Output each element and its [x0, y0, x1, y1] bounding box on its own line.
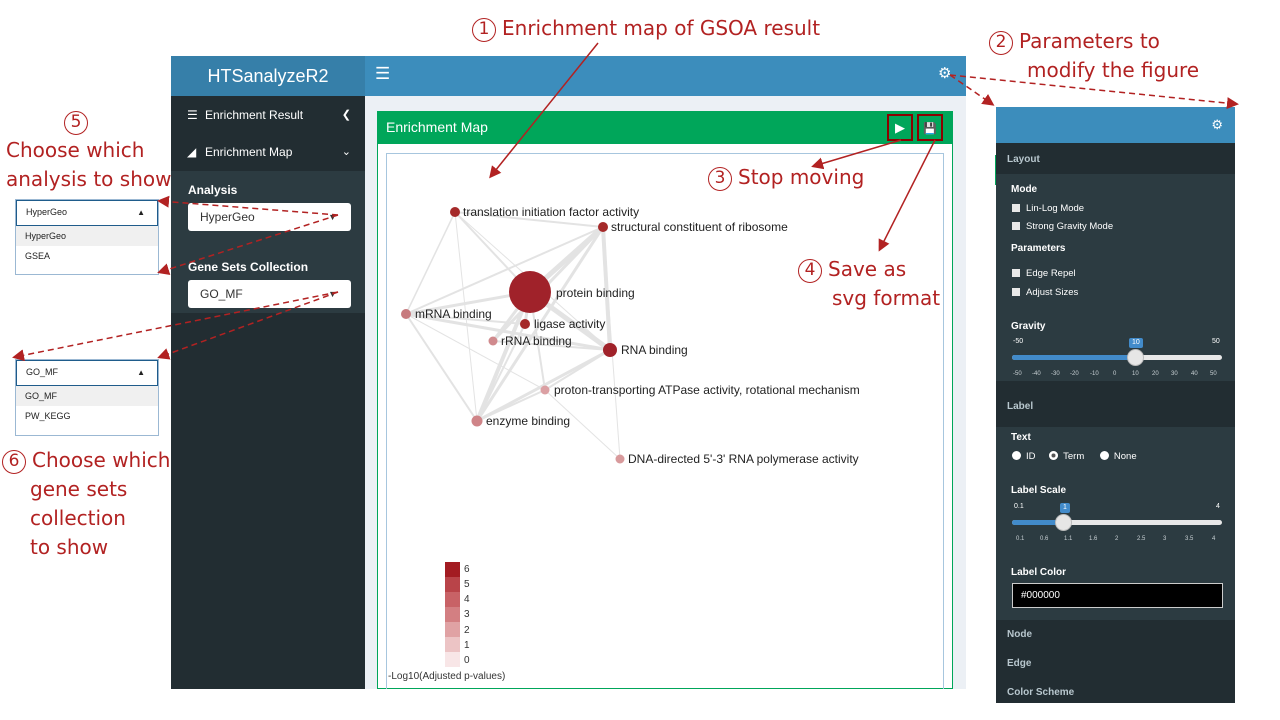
annotation-text: Enrichment map of GSOA result [502, 16, 821, 40]
annotation-number: 3 [708, 167, 732, 191]
annotation-text: Save as [828, 257, 907, 281]
annotation-text: analysis to show [6, 167, 172, 191]
annotation-5: 5 Choose which analysis to show [6, 107, 171, 194]
annotation-number: 2 [989, 31, 1013, 55]
arrow-5a [157, 195, 339, 216]
annotation-arrows [12, 42, 1239, 362]
annotation-text: gene sets [30, 477, 128, 501]
annotation-text: collection [30, 506, 126, 530]
annotation-6: 6 Choose which gene sets collection to sh… [2, 446, 170, 562]
annotation-1: 1 Enrichment map of GSOA result [472, 14, 820, 43]
annotation-number: 1 [472, 18, 496, 42]
arrow-5b [157, 214, 339, 275]
annotation-3: 3 Stop moving [708, 163, 864, 192]
arrow-6b [157, 291, 339, 360]
annotation-text: Choose which [32, 448, 171, 472]
annotation-text: modify the figure [1027, 58, 1200, 82]
annotation-number: 6 [2, 450, 26, 474]
annotation-number: 4 [798, 259, 822, 283]
annotation-text: svg format [832, 286, 941, 310]
arrow-1 [489, 42, 599, 179]
annotation-2: 2 Parameters to modify the figure [989, 27, 1199, 85]
annotation-text: Stop moving [738, 165, 865, 189]
annotation-number: 5 [64, 111, 88, 135]
annotation-text: Choose which [6, 138, 145, 162]
arrow-4 [878, 139, 936, 252]
annotation-4: 4 Save as svg format [798, 255, 940, 313]
annotation-text: Parameters to [1019, 29, 1160, 53]
arrow-6a [12, 291, 339, 362]
annotation-text: to show [30, 535, 109, 559]
